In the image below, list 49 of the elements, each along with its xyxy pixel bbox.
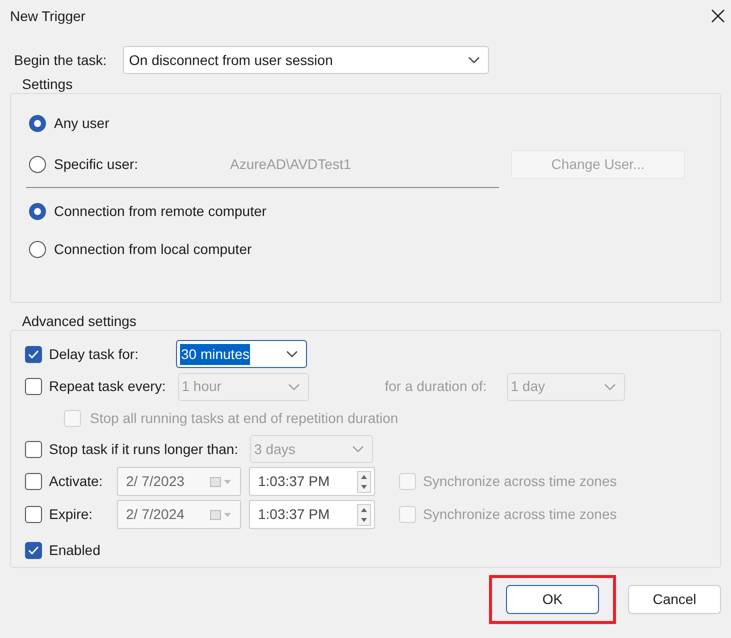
checkbox[interactable] [25, 378, 42, 396]
check-icon [28, 546, 39, 555]
checkbox-label: Synchronize across time zones [423, 472, 617, 492]
radio-button[interactable] [29, 156, 46, 172]
chevron-down-icon [604, 382, 616, 391]
time-field[interactable]: 1:03:37 PM [249, 500, 375, 530]
checkbox-label: Expire: [49, 506, 93, 522]
date-picker[interactable]: 2/ 7/2024 [117, 500, 241, 530]
radio-label: Connection from remote computer [54, 202, 266, 221]
check-icon [28, 350, 39, 359]
time-field[interactable]: 1:03:37 PM [249, 467, 375, 496]
checkbox-label: Delay task for: [49, 346, 138, 362]
group-title: Settings [22, 75, 74, 93]
spinner-icon[interactable] [357, 504, 371, 526]
dialog-button[interactable]: Cancel [628, 585, 721, 614]
user-name: AzureAD\AVDTest1 [230, 154, 352, 174]
checkbox-label: Activate: [49, 473, 103, 490]
spinner-icon[interactable] [357, 470, 371, 493]
checkbox[interactable] [25, 542, 42, 559]
chevron-down-icon [286, 350, 298, 358]
radio-button[interactable] [29, 241, 46, 258]
checkbox[interactable] [25, 506, 42, 524]
window-title: New Trigger [10, 6, 86, 26]
chevron-down-icon [468, 56, 480, 64]
checkbox-label: Stop all running tasks at end of repetition duration [90, 408, 398, 428]
chevron-down-icon [352, 445, 364, 454]
dropdown[interactable]: 30 minutes [176, 340, 307, 368]
calendar-icon [210, 476, 232, 487]
radio-button[interactable] [29, 115, 46, 132]
checkbox[interactable] [25, 440, 42, 458]
date-picker[interactable]: 2/ 7/2023 [117, 467, 241, 496]
dialog-button[interactable]: OK [506, 585, 599, 614]
close-icon[interactable] [711, 9, 725, 23]
dropdown[interactable]: On disconnect from user session [123, 46, 489, 74]
checkbox-label: Synchronize across time zones [423, 505, 617, 524]
field-label: for a duration of: [384, 377, 488, 396]
radio-button[interactable] [29, 203, 46, 220]
checkbox-label: Enabled [49, 540, 100, 560]
radio-label: Specific user: [54, 154, 138, 174]
checkbox[interactable] [25, 473, 42, 490]
radio-label: Connection from local computer [54, 240, 252, 259]
checkbox[interactable] [25, 346, 42, 363]
chevron-down-icon [288, 382, 300, 391]
calendar-icon [210, 510, 232, 520]
checkbox-label: Repeat task every: [49, 378, 166, 394]
group-title: Advanced settings [22, 312, 138, 330]
checkbox-label: Stop task if it runs longer than: [49, 440, 238, 457]
radio-label: Any user [54, 114, 110, 133]
field-label: Begin the task: [14, 50, 108, 70]
